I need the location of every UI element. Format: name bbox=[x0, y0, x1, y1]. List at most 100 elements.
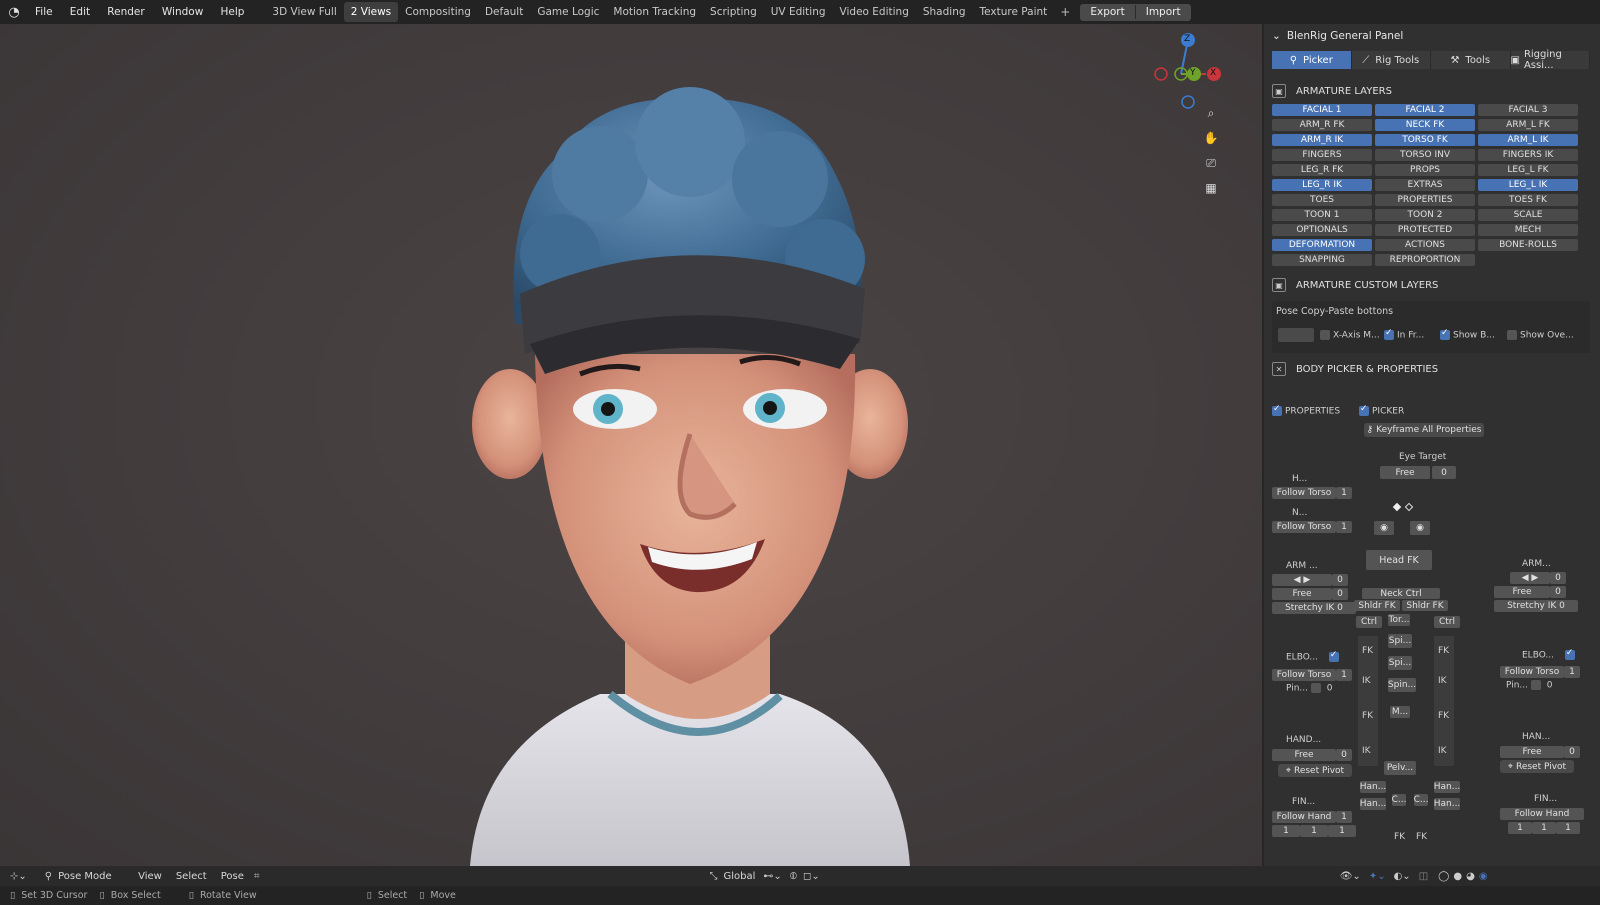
layer-button[interactable]: OPTIONALS bbox=[1272, 224, 1372, 236]
show-overlay-toggle[interactable]: Show Ove... bbox=[1507, 330, 1574, 341]
hand-l-1-button[interactable]: Han... bbox=[1434, 781, 1460, 793]
tab-compositing[interactable]: Compositing bbox=[398, 2, 478, 22]
mid-button[interactable]: M... bbox=[1390, 706, 1410, 718]
fingers-r-follow-hand[interactable]: Follow Hand bbox=[1272, 811, 1336, 823]
tab-picker[interactable]: ⚲ Picker bbox=[1272, 51, 1352, 69]
hand-l-space[interactable]: Free bbox=[1500, 746, 1564, 758]
shading-rendered-icon[interactable]: ◉ bbox=[1479, 871, 1488, 882]
layer-button[interactable]: TOES bbox=[1272, 194, 1372, 206]
arm-r-space-value[interactable]: 0 bbox=[1332, 588, 1348, 600]
fingers-r-v2[interactable]: 1 bbox=[1300, 825, 1328, 837]
fingers-r-follow-value[interactable]: 1 bbox=[1336, 811, 1352, 823]
overlay-toggle-icon[interactable]: ◐⌄ bbox=[1394, 871, 1411, 882]
picker-toggle[interactable]: PICKER bbox=[1359, 404, 1404, 417]
layer-button[interactable]: ARM_L IK bbox=[1478, 134, 1578, 146]
neck-follow-value[interactable]: 1 bbox=[1336, 521, 1352, 533]
hand-r-1-button[interactable]: Han... bbox=[1360, 781, 1386, 793]
menu-render[interactable]: Render bbox=[100, 6, 151, 18]
add-workspace-icon[interactable]: + bbox=[1054, 5, 1076, 19]
hand-r-space[interactable]: Free bbox=[1272, 749, 1336, 761]
tab-motion-tracking[interactable]: Motion Tracking bbox=[606, 2, 703, 22]
elbow-l-follow-torso[interactable]: Follow Torso bbox=[1500, 666, 1564, 678]
shading-material-icon[interactable]: ◕ bbox=[1466, 871, 1475, 882]
eye-target-value[interactable]: 0 bbox=[1432, 466, 1456, 479]
layer-button[interactable]: FINGERS bbox=[1272, 149, 1372, 161]
pivot-point-icon[interactable]: ⊷⌄ bbox=[763, 871, 781, 882]
arm-r-value[interactable]: 0 bbox=[1332, 574, 1348, 586]
eye-r-icon[interactable]: ◉ bbox=[1410, 521, 1430, 535]
fingers-l-v1[interactable]: 1 bbox=[1508, 822, 1532, 834]
arm-l-stretchy-ik[interactable]: Stretchy IK 0 bbox=[1494, 600, 1578, 612]
fingers-l-v3[interactable]: 1 bbox=[1556, 822, 1580, 834]
arm-l-arrows[interactable]: ◀ ▶ bbox=[1510, 572, 1550, 584]
layer-button[interactable]: TORSO INV bbox=[1375, 149, 1475, 161]
layer-button[interactable]: ARM_R IK bbox=[1272, 134, 1372, 146]
arm-r-ctrl-button[interactable]: Ctrl bbox=[1356, 616, 1382, 628]
tab-rigging-assistant[interactable]: ▣ Rigging Assi... bbox=[1510, 49, 1590, 71]
elbow-l-follow-value[interactable]: 1 bbox=[1564, 666, 1580, 678]
camera-icon[interactable]: ⎚ bbox=[1200, 152, 1222, 174]
layer-button[interactable]: TOON 1 bbox=[1272, 209, 1372, 221]
leg-l-c-button[interactable]: C... bbox=[1414, 794, 1428, 806]
navigation-gizmo[interactable]: Z Y X bbox=[1148, 32, 1228, 112]
properties-toggle[interactable]: PROPERTIES bbox=[1272, 404, 1340, 417]
head-follow-value[interactable]: 1 bbox=[1336, 487, 1352, 499]
tab-uv-editing[interactable]: UV Editing bbox=[764, 2, 833, 22]
tab-tools[interactable]: ⚒ Tools bbox=[1431, 51, 1511, 69]
tab-video-editing[interactable]: Video Editing bbox=[833, 2, 916, 22]
arm-r-arrows[interactable]: ◀ ▶ bbox=[1272, 574, 1332, 586]
layer-button[interactable]: LEG_L FK bbox=[1478, 164, 1578, 176]
hand-r-reset-pivot[interactable]: ⌖ Reset Pivot bbox=[1278, 764, 1352, 777]
menu-file[interactable]: File bbox=[28, 6, 60, 18]
torso-button[interactable]: Tor... bbox=[1388, 614, 1410, 626]
eye-target-control[interactable] bbox=[1392, 502, 1402, 512]
layer-button[interactable]: PROPS bbox=[1375, 164, 1475, 176]
snap-icon[interactable]: ⦶ bbox=[790, 871, 797, 882]
hand-r-2-button[interactable]: Han... bbox=[1360, 798, 1386, 810]
elbow-r-toggle[interactable]: ELBO... bbox=[1286, 650, 1342, 663]
elbow-l-pin[interactable]: Pin... 0 bbox=[1506, 680, 1553, 691]
tab-default[interactable]: Default bbox=[478, 2, 530, 22]
tab-scripting[interactable]: Scripting bbox=[703, 2, 764, 22]
copy-paste-icon[interactable] bbox=[1278, 328, 1314, 342]
spine-2-button[interactable]: Spi... bbox=[1388, 656, 1412, 670]
elbow-r-pin[interactable]: Pin... 0 bbox=[1286, 683, 1333, 694]
shoulder-r-fk-button[interactable]: Shldr FK bbox=[1354, 600, 1400, 611]
zoom-icon[interactable]: ⌕ bbox=[1200, 102, 1222, 124]
menu-edit[interactable]: Edit bbox=[63, 6, 97, 18]
arm-l-ctrl-button[interactable]: Ctrl bbox=[1434, 616, 1460, 628]
tab-rig-tools[interactable]: ⟋ Rig Tools bbox=[1351, 51, 1431, 69]
layer-button[interactable]: ARM_R FK bbox=[1272, 119, 1372, 131]
shading-solid-icon[interactable]: ● bbox=[1453, 871, 1462, 882]
layer-button[interactable]: LEG_L IK bbox=[1478, 179, 1578, 191]
hand-pan-icon[interactable]: ✋ bbox=[1200, 127, 1222, 149]
layer-button[interactable]: TORSO FK bbox=[1375, 134, 1475, 146]
head-fk-button[interactable]: Head FK bbox=[1366, 550, 1432, 570]
elbow-l-toggle[interactable]: ELBO... bbox=[1522, 648, 1578, 661]
layer-button[interactable]: BONE-ROLLS bbox=[1478, 239, 1578, 251]
tab-game-logic[interactable]: Game Logic bbox=[530, 2, 606, 22]
layer-button[interactable]: MECH bbox=[1478, 224, 1578, 236]
pose-menu[interactable]: Pose bbox=[221, 871, 244, 882]
head-follow-torso[interactable]: Follow Torso bbox=[1272, 487, 1336, 499]
x-axis-mirror-toggle[interactable]: X-Axis M... bbox=[1320, 330, 1380, 341]
eye-l-icon[interactable]: ◉ bbox=[1374, 521, 1394, 535]
grid-icon[interactable]: ▦ bbox=[1200, 177, 1222, 199]
tab-texture-paint[interactable]: Texture Paint bbox=[973, 2, 1055, 22]
hand-l-reset-pivot[interactable]: ⌖ Reset Pivot bbox=[1500, 760, 1574, 773]
layer-button[interactable]: LEG_R FK bbox=[1272, 164, 1372, 176]
elbow-r-follow-torso[interactable]: Follow Torso bbox=[1272, 669, 1336, 681]
tab-2-views[interactable]: 2 Views bbox=[343, 2, 399, 22]
body-picker-header[interactable]: ✕ BODY PICKER & PROPERTIES bbox=[1264, 359, 1600, 379]
select-menu[interactable]: Select bbox=[176, 871, 207, 882]
xray-icon[interactable]: ◫ bbox=[1419, 871, 1428, 882]
arm-l-value[interactable]: 0 bbox=[1550, 572, 1566, 584]
elbow-r-follow-value[interactable]: 1 bbox=[1336, 669, 1352, 681]
shoulder-l-fk-button[interactable]: Shldr FK bbox=[1402, 600, 1448, 611]
hand-r-value[interactable]: 0 bbox=[1336, 749, 1352, 761]
arm-l-space-value[interactable]: 0 bbox=[1550, 586, 1566, 598]
layer-button[interactable]: REPROPORTION bbox=[1375, 254, 1475, 266]
menu-help[interactable]: Help bbox=[213, 6, 251, 18]
gizmo-toggle-icon[interactable]: ✦⌄ bbox=[1369, 871, 1386, 882]
leg-r-c-button[interactable]: C... bbox=[1392, 794, 1406, 806]
